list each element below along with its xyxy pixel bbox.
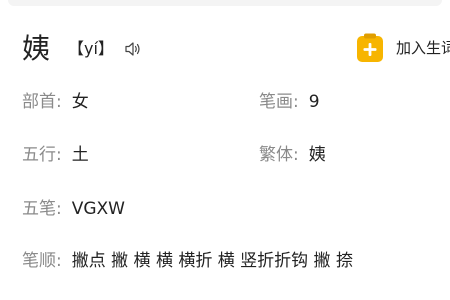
entry-header: 姨 【yí】 加入生词	[22, 30, 450, 70]
add-notebook-icon	[357, 33, 383, 62]
headword: 姨	[22, 32, 51, 65]
wubi-row: 五笔: VGXW	[22, 195, 125, 223]
strokes-label: 笔画:	[259, 92, 299, 112]
dictionary-entry: 姨 【yí】 加入生词 部首: 女 笔画: 9 五行: 土 繁体: 姨 五笔: VGXW	[0, 0, 450, 300]
stroke-order-value: 撇点 撇 横 横 横折 横 竖折折钩 撇 捺	[71, 251, 353, 271]
traditional-row: 繁体: 姨	[259, 141, 326, 169]
add-button-label: 加入生词	[396, 39, 450, 57]
strokes-value: 9	[308, 92, 320, 112]
wubi-label: 五笔:	[22, 199, 62, 219]
radical-value: 女	[71, 92, 89, 112]
search-bar-edge	[8, 0, 442, 6]
traditional-value: 姨	[308, 145, 326, 165]
stroke-order-label: 笔顺:	[22, 251, 62, 271]
radical-row: 部首: 女	[22, 88, 89, 116]
wuxing-value: 土	[71, 145, 89, 165]
stroke-order-row: 笔顺: 撇点 撇 横 横 横折 横 竖折折钩 撇 捺	[22, 247, 353, 275]
strokes-row: 笔画: 9	[259, 88, 320, 116]
wubi-value: VGXW	[71, 199, 125, 219]
wuxing-label: 五行:	[22, 145, 62, 165]
wuxing-row: 五行: 土	[22, 141, 89, 169]
speaker-icon[interactable]	[124, 41, 142, 57]
pinyin: 【yí】	[68, 39, 114, 58]
radical-label: 部首:	[22, 92, 62, 112]
add-to-vocabulary-button[interactable]: 加入生词	[356, 30, 450, 66]
traditional-label: 繁体:	[259, 145, 299, 165]
